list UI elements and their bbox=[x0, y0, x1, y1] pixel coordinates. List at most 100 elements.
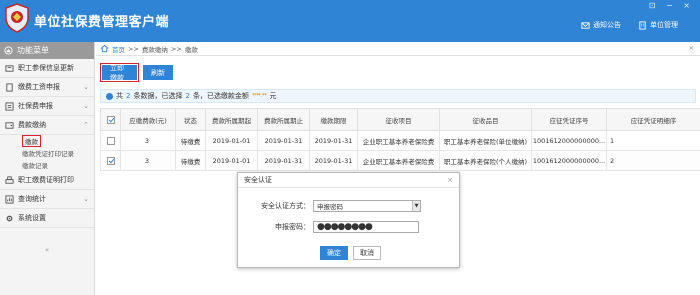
table-row[interactable]: 3 待缴费 2019-01-01 2019-01-31 2019-01-31 企… bbox=[100, 150, 700, 171]
table-cell-subitem: 职工基本养老保险(单位缴纳) bbox=[439, 130, 532, 151]
table-cell-deadline: 2019-01-31 bbox=[309, 150, 358, 171]
dialog-actions: 确定 取消 bbox=[320, 246, 381, 260]
sidebar-item-system-settings[interactable]: 系统设置 bbox=[0, 209, 94, 228]
auth-method-row: 安全认证方式： 申报密码 ▼ bbox=[238, 200, 421, 212]
sidebar-item-label: 职工参保信息更新 bbox=[18, 64, 74, 72]
sidebar: 功能菜单 职工参保信息更新 缴费工资申报 ⌄ 社保费申报 ⌄ 费款缴纳 ⌃ 缴款… bbox=[0, 42, 95, 295]
chevron-up-icon: ⌃ bbox=[83, 121, 89, 129]
summary-text: 条，已选缴款金额 bbox=[192, 92, 249, 100]
table-cell-amount: 3 bbox=[120, 150, 176, 171]
password-input[interactable]: ●●●●●●●● bbox=[313, 221, 419, 233]
sidebar-item-certificate-print[interactable]: 职工缴费证明打印 bbox=[0, 171, 94, 190]
table-header-cell: 应征凭证明细序 bbox=[606, 108, 700, 131]
table-cell-item: 企业职工基本养老保险费 bbox=[357, 130, 440, 151]
notice-button[interactable]: 通知公告 bbox=[581, 20, 621, 30]
row-checkbox-cell[interactable] bbox=[100, 130, 121, 151]
close-icon[interactable]: × bbox=[447, 176, 453, 184]
password-label: 申报密码： bbox=[275, 223, 310, 231]
table-cell-status: 待缴费 bbox=[175, 130, 206, 151]
sidebar-subitem-payment[interactable]: 缴款 bbox=[0, 135, 94, 147]
sidebar-item-wage-declaration[interactable]: 缴费工资申报 ⌄ bbox=[0, 78, 94, 97]
info-icon bbox=[106, 92, 113, 100]
payment-table: 应缴费款(元) 状态 费款所属期起 费款所属期止 缴款期限 征收项目 征收品目 … bbox=[100, 108, 700, 171]
sidebar-menu-header[interactable]: 功能菜单 bbox=[0, 42, 94, 59]
dialog-title: 安全认证 bbox=[244, 176, 272, 184]
table-header-cell: 征收品目 bbox=[439, 108, 532, 131]
table-header-cell: 应缴费款(元) bbox=[120, 108, 176, 131]
unit-management-button[interactable]: 单位管理 bbox=[638, 20, 678, 30]
table-cell-detail: 1 bbox=[606, 130, 700, 151]
toolbar: 立即缴款 刷新 bbox=[100, 63, 173, 82]
row-checkbox-cell[interactable] bbox=[100, 150, 121, 171]
sidebar-subitem-label: 缴款记录 bbox=[22, 162, 48, 170]
sidebar-item-employee-info[interactable]: 职工参保信息更新 bbox=[0, 59, 94, 78]
summary-text: 条数据，已选择 bbox=[133, 92, 183, 100]
refresh-button[interactable]: 刷新 bbox=[143, 65, 173, 80]
table-row[interactable]: 3 待缴费 2019-01-01 2019-01-31 2019-01-31 企… bbox=[100, 130, 700, 151]
cancel-button[interactable]: 取消 bbox=[353, 246, 381, 260]
table-header-cell: 应征凭证序号 bbox=[531, 108, 607, 131]
form-icon bbox=[5, 101, 14, 111]
auth-method-value: 申报密码 bbox=[317, 203, 343, 211]
confirm-button[interactable]: 确定 bbox=[320, 246, 348, 260]
table-cell-subitem: 职工基本养老保险(个人缴纳) bbox=[439, 150, 532, 171]
breadcrumb: 首页 >> 费款缴纳 >> 缴款 × bbox=[96, 42, 700, 56]
home-circle-icon bbox=[4, 46, 13, 55]
unit-label: 单位管理 bbox=[650, 21, 678, 29]
summary-text: 共 bbox=[116, 92, 123, 100]
notice-label: 通知公告 bbox=[593, 21, 621, 29]
chevron-down-icon: ⌄ bbox=[83, 83, 89, 91]
home-icon bbox=[100, 44, 109, 53]
sidebar-item-label: 社保费申报 bbox=[18, 102, 53, 110]
summary-total-count: 2 bbox=[126, 92, 131, 100]
sidebar-menu-title: 功能菜单 bbox=[17, 46, 49, 55]
table-cell-deadline: 2019-01-31 bbox=[309, 130, 358, 151]
table-cell-start: 2019-01-01 bbox=[205, 150, 258, 171]
table-cell-item: 企业职工基本养老保险费 bbox=[357, 150, 440, 171]
sidebar-collapse-icon[interactable]: « bbox=[0, 246, 94, 254]
row-checkbox[interactable] bbox=[106, 136, 115, 145]
sidebar-subitem-voucher-print-log[interactable]: 缴款凭证打印记录 bbox=[0, 147, 94, 159]
sidebar-item-fee-declaration[interactable]: 社保费申报 ⌄ bbox=[0, 97, 94, 116]
table-header-cell: 费款所属期起 bbox=[205, 108, 258, 131]
chart-icon bbox=[5, 194, 14, 204]
sidebar-item-fee-payment[interactable]: 费款缴纳 ⌃ bbox=[0, 116, 94, 135]
sidebar-item-query-stats[interactable]: 查询统计 ⌄ bbox=[0, 190, 94, 209]
breadcrumb-level1[interactable]: 费款缴纳 bbox=[142, 44, 168, 54]
chevron-down-icon: ⌄ bbox=[83, 102, 89, 110]
wallet-icon bbox=[5, 121, 14, 129]
window-controls[interactable]: ⊡ − × bbox=[649, 1, 694, 10]
table-header-cell: 缴款期限 bbox=[309, 108, 358, 131]
pay-now-button[interactable]: 立即缴款 bbox=[100, 63, 139, 82]
auth-method-select[interactable]: 申报密码 ▼ bbox=[313, 200, 421, 212]
selection-summary: 共 2 条数据，已选择 2 条，已选缴款金额 ****.** 元 bbox=[100, 89, 696, 103]
password-row: 申报密码： ●●●●●●●● bbox=[238, 221, 419, 233]
breadcrumb-home[interactable]: 首页 bbox=[112, 44, 125, 54]
sidebar-subitem-payment-records[interactable]: 缴款记录 bbox=[0, 159, 94, 171]
security-auth-dialog: 安全认证 × 安全认证方式： 申报密码 ▼ 申报密码： ●●●●●●●● 确定 … bbox=[237, 172, 460, 268]
table-cell-end: 2019-01-31 bbox=[257, 130, 310, 151]
gear-icon bbox=[6, 215, 13, 221]
mail-icon bbox=[581, 21, 590, 29]
select-all-checkbox[interactable] bbox=[106, 115, 115, 124]
sidebar-item-label: 查询统计 bbox=[18, 195, 46, 203]
table-header-cell: 征收项目 bbox=[357, 108, 440, 131]
sidebar-subitem-label: 缴款 bbox=[22, 135, 41, 147]
breadcrumb-separator: >> bbox=[128, 44, 139, 53]
chevron-down-icon: ▼ bbox=[412, 201, 420, 211]
sidebar-item-label: 费款缴纳 bbox=[18, 121, 46, 129]
table-header-cell: 费款所属期止 bbox=[257, 108, 310, 131]
sidebar-item-label: 系统设置 bbox=[18, 214, 46, 222]
table-cell-voucher: 1001612000000000... bbox=[531, 130, 607, 151]
auth-method-label: 安全认证方式： bbox=[261, 202, 310, 210]
summary-text: 元 bbox=[269, 92, 277, 100]
table-header-cell: 状态 bbox=[175, 108, 206, 131]
table-cell-amount: 3 bbox=[120, 130, 176, 151]
close-tab-icon[interactable]: × bbox=[689, 44, 694, 52]
summary-amount-blurred: ****.** bbox=[251, 93, 267, 99]
printer-icon bbox=[5, 175, 14, 184]
chevron-down-icon: ⌄ bbox=[83, 195, 89, 203]
header-select-all[interactable] bbox=[100, 108, 121, 131]
sidebar-item-label: 缴费工资申报 bbox=[18, 83, 60, 91]
row-checkbox[interactable] bbox=[106, 156, 115, 165]
